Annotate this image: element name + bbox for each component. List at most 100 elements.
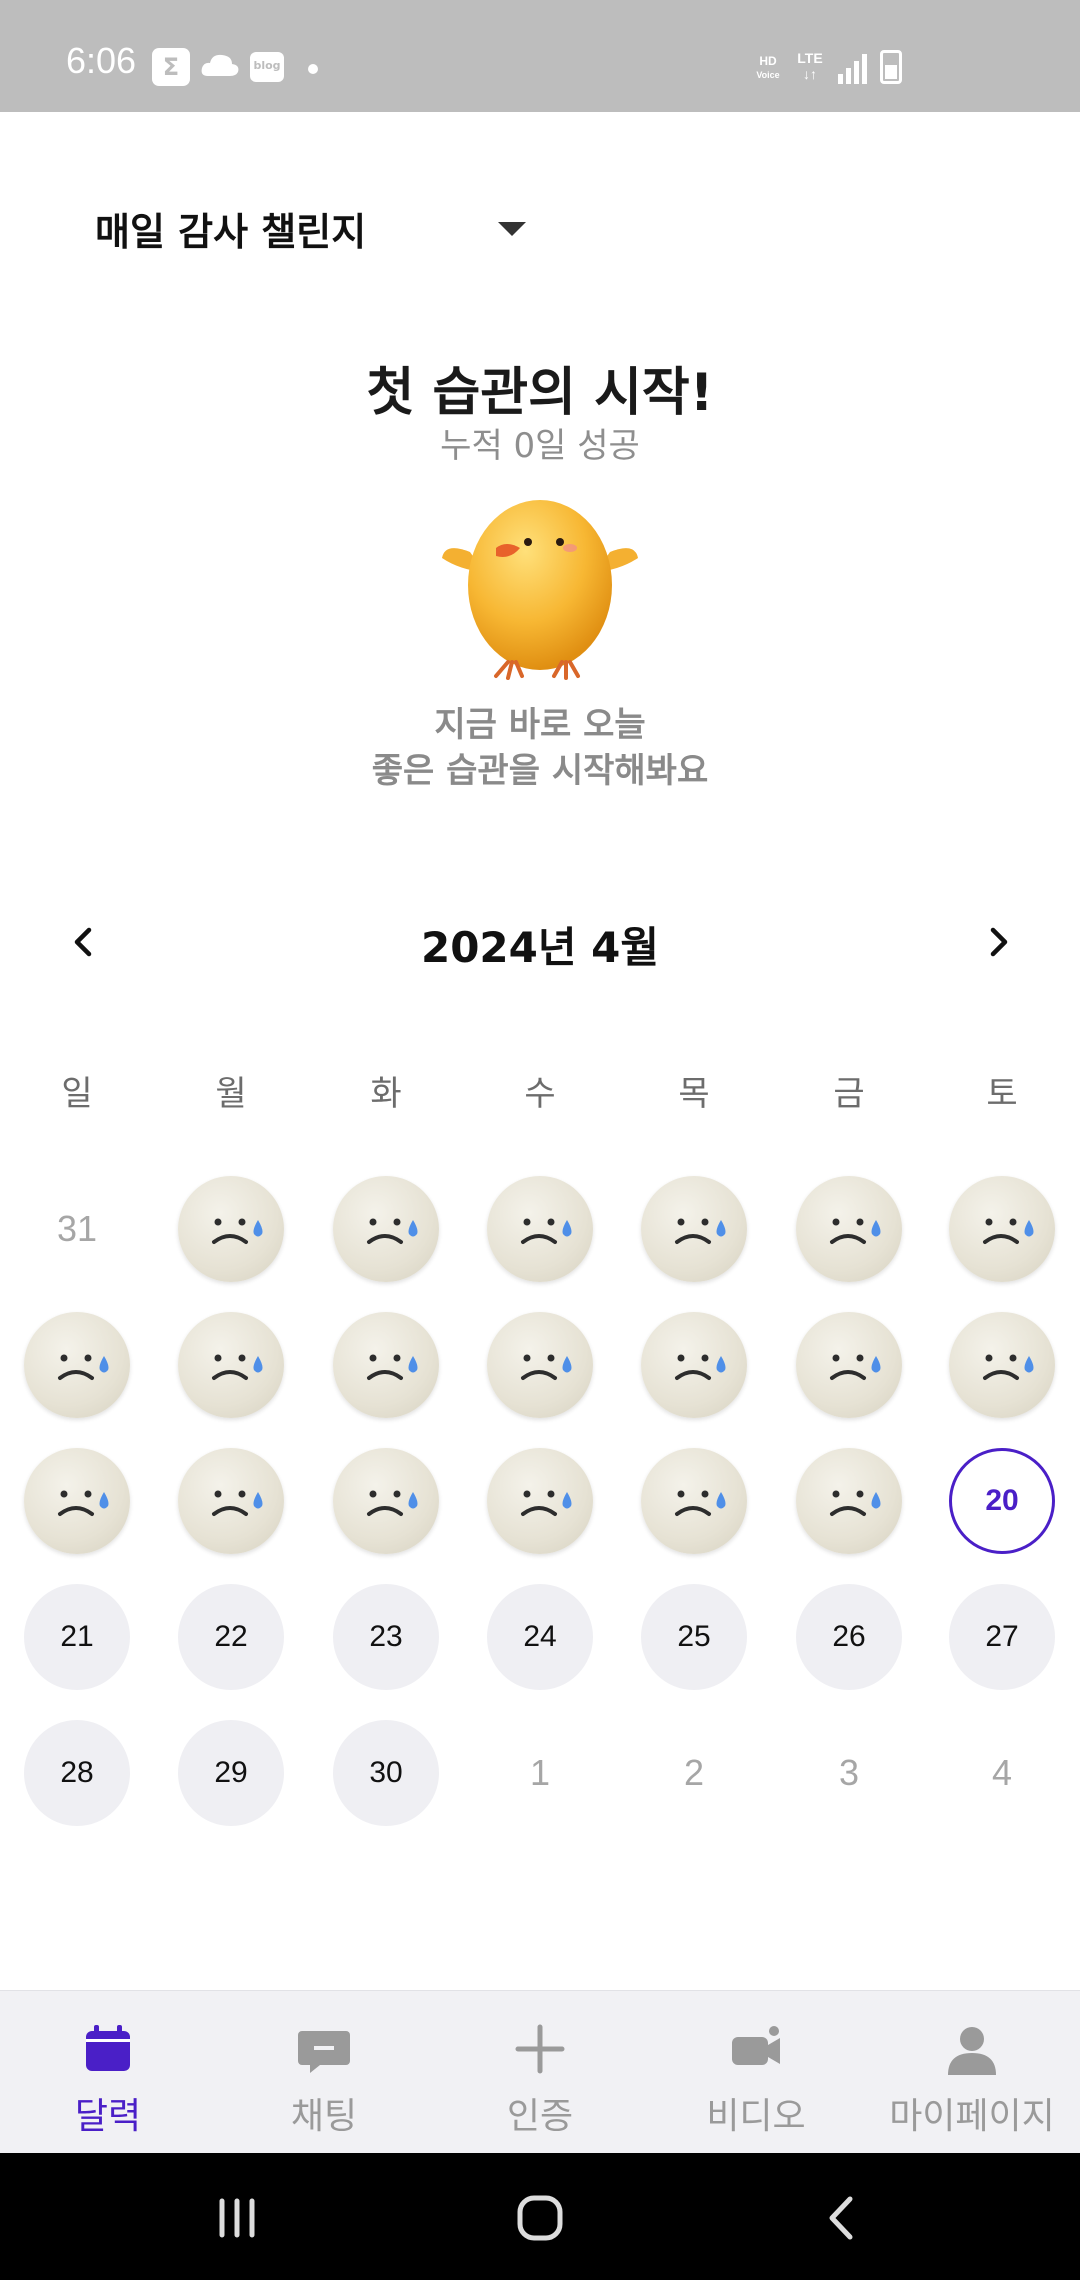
dot-icon <box>308 64 318 74</box>
blog-icon: blog <box>250 52 284 82</box>
sad-face-icon <box>367 1218 418 1244</box>
nav-video[interactable]: 비디오 <box>648 1991 864 2154</box>
calendar-day-missed[interactable] <box>487 1176 593 1282</box>
weekday-sat: 토 <box>986 1074 1018 1114</box>
calendar-day-missed[interactable] <box>178 1448 284 1554</box>
sad-face-icon <box>367 1490 418 1516</box>
calendar-day-missed[interactable] <box>796 1176 902 1282</box>
calendar-day-label: 21 <box>60 1620 94 1653</box>
calendar-day[interactable]: 28 <box>24 1720 130 1826</box>
sad-face-icon <box>675 1490 726 1516</box>
sad-face-icon <box>212 1354 263 1380</box>
home-icon[interactable] <box>505 2183 575 2253</box>
chat-icon <box>298 2031 350 2073</box>
calendar-day-missed[interactable] <box>796 1312 902 1418</box>
weekday-header: 일 월 화 수 목 금 토 <box>0 1066 1080 1116</box>
calendar-day-outside: 3 <box>796 1720 902 1826</box>
calendar-day-missed[interactable] <box>641 1312 747 1418</box>
hero-title: 첫 습관의 시작! <box>366 363 714 423</box>
calendar-day-missed[interactable] <box>178 1312 284 1418</box>
sad-face-icon <box>983 1218 1034 1244</box>
back-icon[interactable] <box>808 2183 878 2253</box>
calendar-day-label: 22 <box>214 1620 248 1653</box>
video-icon <box>732 2026 780 2065</box>
chevron-down-icon <box>498 222 526 236</box>
sad-face-icon <box>983 1354 1034 1380</box>
calendar-day[interactable]: 26 <box>796 1584 902 1690</box>
calendar-day-missed[interactable] <box>178 1176 284 1282</box>
calendar-day-outside: 2 <box>641 1720 747 1826</box>
sad-face-icon <box>521 1218 572 1244</box>
challenge-dropdown[interactable]: 매일 감사 챌린지 <box>95 200 535 256</box>
weekday-tue: 화 <box>370 1074 402 1114</box>
sad-face-icon <box>521 1354 572 1380</box>
calendar-day-missed[interactable] <box>333 1312 439 1418</box>
lte-label: LTE <box>797 50 823 66</box>
calendar-day-label: 24 <box>523 1620 557 1653</box>
calendar-day-label: 3 <box>838 1752 860 1793</box>
sad-face-icon <box>58 1354 109 1380</box>
calendar-day-missed[interactable] <box>949 1176 1055 1282</box>
calendar-day-missed[interactable] <box>333 1176 439 1282</box>
calendar-day-missed[interactable] <box>487 1448 593 1554</box>
signal-icon <box>838 54 867 84</box>
calendar-day-missed[interactable] <box>796 1448 902 1554</box>
calendar-day-missed[interactable] <box>24 1312 130 1418</box>
bottom-nav: 달력 채팅 인증 비디오 마이페이지 <box>0 1990 1080 2153</box>
calendar-day-missed[interactable] <box>641 1176 747 1282</box>
hero-message-line2: 좋은 습관을 시작해봐요 <box>371 751 709 791</box>
sigma-icon: Σ <box>152 48 190 86</box>
cloud-icon <box>201 54 239 76</box>
sad-face-icon <box>675 1354 726 1380</box>
hero-message: 지금 바로 오늘 좋은 습관을 시작해봐요 <box>0 702 1080 794</box>
voice-label: Voice <box>756 70 780 80</box>
calendar-day-label: 20 <box>985 1484 1019 1517</box>
chick-mascot-icon <box>442 500 638 680</box>
calendar-day[interactable]: 24 <box>487 1584 593 1690</box>
nav-mypage[interactable]: 마이페이지 <box>864 1991 1080 2154</box>
weekday-thu: 목 <box>678 1074 710 1114</box>
calendar-day-missed[interactable] <box>333 1448 439 1554</box>
calendar-day-missed[interactable] <box>949 1312 1055 1418</box>
calendar-day[interactable]: 25 <box>641 1584 747 1690</box>
calendar-day-outside: 4 <box>949 1720 1055 1826</box>
calendar-day-missed[interactable] <box>24 1448 130 1554</box>
nav-calendar[interactable]: 달력 <box>0 1991 216 2154</box>
success-count: 누적 0일 성공 <box>440 426 640 466</box>
calendar-day[interactable]: 22 <box>178 1584 284 1690</box>
challenge-name: 매일 감사 챌린지 <box>95 209 367 254</box>
sad-face-icon <box>212 1218 263 1244</box>
sad-face-icon <box>830 1218 881 1244</box>
nav-mypage-label: 마이페이지 <box>889 2096 1055 2137</box>
calendar-icon <box>86 2025 130 2071</box>
calendar-day-outside: 1 <box>487 1720 593 1826</box>
calendar-day-label: 2 <box>683 1752 705 1793</box>
calendar-day[interactable]: 30 <box>333 1720 439 1826</box>
plus-icon <box>515 2024 565 2074</box>
recent-apps-icon[interactable] <box>202 2183 272 2253</box>
sad-face-icon <box>367 1354 418 1380</box>
person-icon <box>948 2027 996 2075</box>
calendar-day[interactable]: 23 <box>333 1584 439 1690</box>
hero-message-line1: 지금 바로 오늘 <box>434 705 646 745</box>
nav-chat[interactable]: 채팅 <box>216 1991 432 2154</box>
hd-voice-icon: HD Voice <box>750 54 786 84</box>
calendar-day-missed[interactable] <box>641 1448 747 1554</box>
calendar-day-label: 28 <box>60 1756 94 1789</box>
nav-certify[interactable]: 인증 <box>432 1991 648 2154</box>
calendar-day-label: 31 <box>56 1208 98 1249</box>
sad-face-icon <box>212 1490 263 1516</box>
calendar-day-today[interactable]: 20 <box>949 1448 1055 1554</box>
calendar-day-label: 29 <box>214 1756 248 1789</box>
calendar-day[interactable]: 21 <box>24 1584 130 1690</box>
calendar-day[interactable]: 27 <box>949 1584 1055 1690</box>
calendar-day[interactable]: 29 <box>178 1720 284 1826</box>
nav-calendar-label: 달력 <box>74 2096 142 2137</box>
sad-face-icon <box>830 1490 881 1516</box>
calendar-day-outside: 31 <box>24 1176 130 1282</box>
month-title: 2024년 4월 <box>420 923 660 972</box>
nav-certify-label: 인증 <box>506 2096 574 2137</box>
next-month-button[interactable] <box>967 912 1027 972</box>
nav-video-label: 비디오 <box>706 2096 806 2137</box>
calendar-day-missed[interactable] <box>487 1312 593 1418</box>
